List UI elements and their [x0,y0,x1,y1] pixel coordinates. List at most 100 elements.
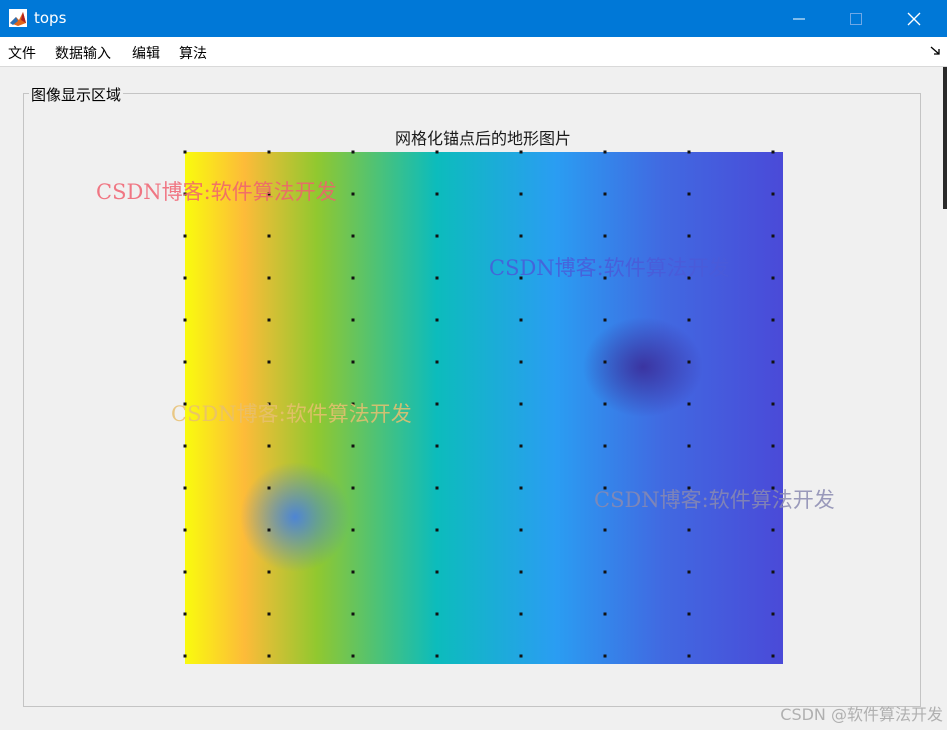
anchor-point [267,360,271,364]
anchor-point [519,234,523,238]
anchor-point [687,360,691,364]
anchor-point [603,612,607,616]
anchor-point [267,150,271,154]
anchor-point [435,360,439,364]
anchor-point [351,444,355,448]
menu-data-input[interactable]: 数据输入 [55,43,111,63]
figure-title: 网格化锚点后的地形图片 [395,129,571,148]
anchor-point [183,318,187,322]
anchor-point [183,234,187,238]
maximize-icon [850,12,862,25]
minimize-icon [793,18,805,19]
anchor-point [435,444,439,448]
anchor-point [603,528,607,532]
anchor-point [435,234,439,238]
menu-algorithm[interactable]: 算法 [179,43,207,63]
anchor-point [183,276,187,280]
anchor-point [183,444,187,448]
matlab-app-icon [9,9,27,27]
title-bar: tops [0,0,947,37]
anchor-point [603,150,607,154]
close-icon [907,12,921,25]
anchor-point [183,528,187,532]
footer-watermark: CSDN @软件算法开发 [780,705,943,724]
anchor-point [351,360,355,364]
anchor-point [603,360,607,364]
anchor-point [183,360,187,364]
anchor-point [351,276,355,280]
minimize-button[interactable] [770,0,828,37]
anchor-point [687,444,691,448]
anchor-point [435,192,439,196]
menu-bar: 文件 数据输入 编辑 算法 [0,37,947,67]
anchor-point [771,318,775,322]
anchor-point [351,150,355,154]
anchor-point [435,570,439,574]
anchor-point [687,654,691,658]
anchor-point [435,486,439,490]
anchor-point [351,318,355,322]
anchor-point [519,192,523,196]
anchor-point [603,570,607,574]
anchor-point [687,402,691,406]
anchor-point [267,654,271,658]
anchor-point [519,528,523,532]
anchor-point [687,150,691,154]
close-button[interactable] [885,0,943,37]
anchor-point [603,402,607,406]
anchor-point [267,444,271,448]
anchor-point [351,654,355,658]
anchor-point [771,276,775,280]
anchor-point [351,192,355,196]
anchor-point [519,444,523,448]
window-title: tops [34,9,67,27]
anchor-point [603,444,607,448]
anchor-point [603,234,607,238]
anchor-point [519,360,523,364]
anchor-point [687,192,691,196]
anchor-point [519,402,523,406]
anchor-point [771,444,775,448]
anchor-point [351,570,355,574]
menu-edit[interactable]: 编辑 [132,43,160,63]
anchor-point [267,570,271,574]
anchor-point [183,486,187,490]
anchor-point [267,486,271,490]
terrain-depression-region [240,462,350,572]
window-edge [943,67,947,209]
anchor-point [603,192,607,196]
anchor-point [183,570,187,574]
toolbar-expand-icon[interactable] [930,45,941,56]
watermark-2: CSDN博客:软件算法开发 [489,256,730,280]
anchor-point [771,402,775,406]
menu-file[interactable]: 文件 [8,43,36,63]
anchor-point [435,150,439,154]
anchor-point [771,612,775,616]
anchor-point [519,570,523,574]
anchor-point [771,360,775,364]
anchor-point [267,612,271,616]
anchor-point [435,654,439,658]
watermark-3: CSDN博客:软件算法开发 [171,402,412,426]
anchor-point [351,528,355,532]
anchor-point [687,612,691,616]
anchor-point [435,402,439,406]
anchor-point [183,612,187,616]
anchor-point [351,612,355,616]
anchor-point [771,654,775,658]
terrain-axes[interactable]: 网格化锚点后的地形图片 CSDN博客:软件算法开发 CSDN博客:软件算法开发 … [0,67,947,730]
anchor-point [351,486,355,490]
maximize-button[interactable] [827,0,885,37]
anchor-point [771,150,775,154]
anchor-point [435,318,439,322]
anchor-point [771,192,775,196]
anchor-point [351,234,355,238]
anchor-point [267,276,271,280]
anchor-point [435,612,439,616]
anchor-point [183,150,187,154]
anchor-point [771,570,775,574]
watermark-1: CSDN博客:软件算法开发 [96,180,337,204]
anchor-point [435,528,439,532]
anchor-point [687,318,691,322]
anchor-point [519,318,523,322]
